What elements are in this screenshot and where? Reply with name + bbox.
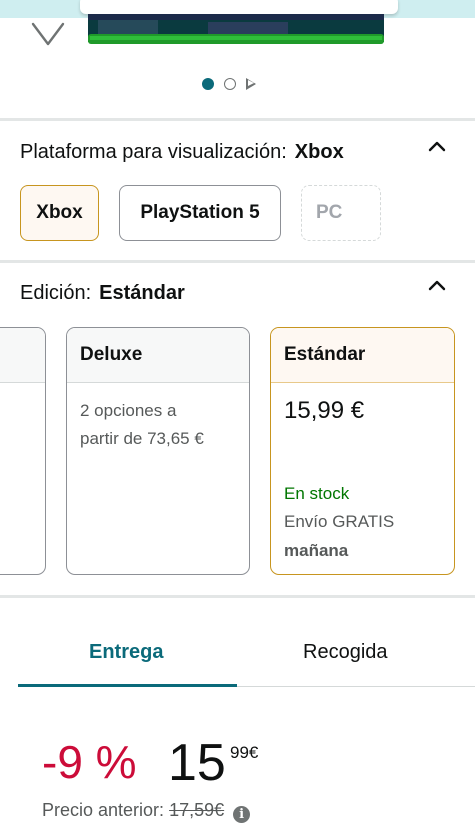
edition-card-deluxe[interactable]: Deluxe 2 opciones a partir de 73,65 € (66, 327, 250, 575)
platform-label: Plataforma para visualización: (20, 141, 287, 163)
price-currency: € (248, 743, 259, 762)
edition-heading: Edición: Estándar (20, 282, 185, 305)
platform-selected-value: Xbox (294, 141, 344, 163)
platform-option-playstation-5[interactable]: PlayStation 5 (119, 185, 281, 241)
top-area (0, 0, 475, 46)
price-whole: 15 (168, 734, 226, 792)
divider (0, 260, 475, 263)
divider (0, 118, 475, 121)
edition-options-line-1: 2 opciones a (80, 401, 177, 420)
platform-option-pc[interactable]: PC (301, 185, 381, 241)
edition-card-title: Estándar (271, 328, 454, 383)
edition-selected-value: Estándar (99, 282, 185, 304)
shipping-day: mañana (284, 541, 349, 560)
chevron-up-icon[interactable] (428, 279, 446, 291)
tab-entrega[interactable]: Entrega (89, 641, 163, 664)
carousel-dot[interactable] (224, 78, 236, 90)
discount-percentage: -9 % (42, 736, 137, 788)
top-search-card[interactable] (80, 0, 398, 14)
edition-card-estandar[interactable]: Estándar 15,99 € En stock Envío GRATIS m… (270, 327, 455, 575)
previous-price-value: 17,59€ (169, 800, 225, 820)
chevron-up-icon[interactable] (428, 140, 446, 152)
previous-price: Precio anterior: 17,59€ i (42, 800, 251, 823)
platform-option-xbox[interactable]: Xbox (20, 185, 99, 241)
price-fraction: 99€ (230, 743, 258, 763)
tab-recogida[interactable]: Recogida (303, 641, 388, 664)
edition-options-line-2: partir de 73,65 € (80, 429, 204, 448)
play-icon[interactable] (246, 78, 256, 90)
info-icon[interactable]: i (233, 806, 251, 823)
heart-icon[interactable] (30, 22, 66, 48)
edition-label: Edición: (20, 282, 92, 304)
edition-price: 15,99 € (284, 397, 365, 424)
edition-card-title: Deluxe (67, 328, 249, 383)
tab-active-indicator (18, 684, 237, 687)
divider (0, 595, 475, 598)
carousel-dot-active[interactable] (202, 78, 214, 90)
shipping-info: Envío GRATIS (284, 512, 395, 531)
previous-price-label: Precio anterior: (42, 800, 165, 820)
edition-card-header (0, 328, 45, 383)
stock-status: En stock (284, 484, 350, 503)
product-image[interactable] (88, 14, 384, 44)
edition-card-partial[interactable] (0, 327, 46, 575)
carousel-indicator[interactable] (202, 77, 256, 91)
platform-heading: Plataforma para visualización: Xbox (20, 141, 344, 164)
price-cents: 99 (230, 743, 249, 762)
